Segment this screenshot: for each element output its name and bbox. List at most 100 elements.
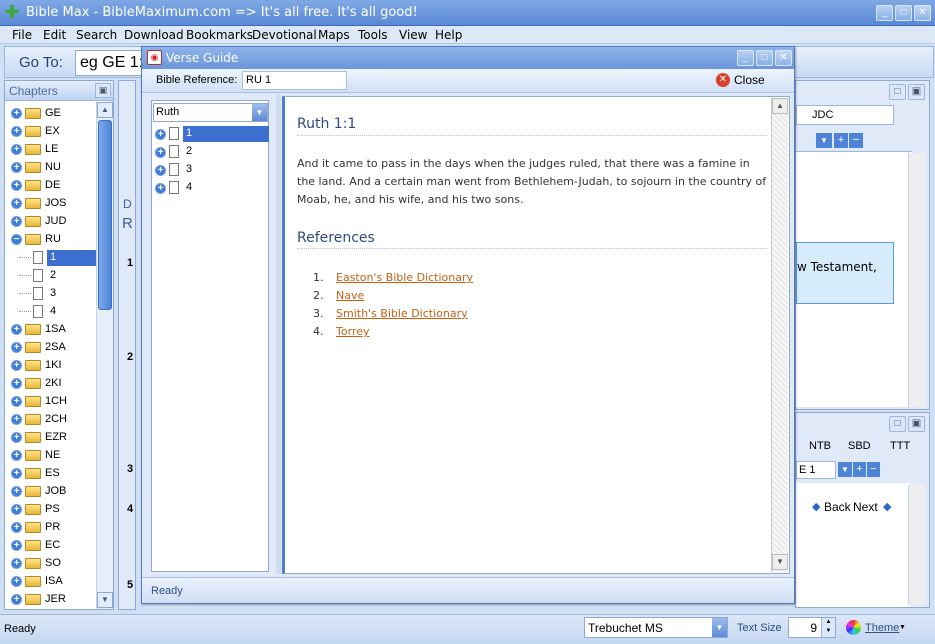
spinner-icon[interactable]: ▲ ▼ (821, 618, 835, 637)
right-top-scrollbar[interactable] (908, 153, 925, 407)
right-ref-field[interactable]: E 1 (796, 461, 836, 479)
theme-button[interactable]: Theme (865, 622, 899, 634)
expand-icon[interactable]: + (11, 144, 22, 155)
expand-icon[interactable]: + (11, 198, 22, 209)
expand-icon[interactable]: + (11, 324, 22, 335)
expand-icon[interactable]: + (11, 360, 22, 371)
back-link[interactable]: Back (824, 500, 851, 514)
panel-restore-icon[interactable]: □ (889, 84, 906, 100)
close-label[interactable]: Close (734, 73, 765, 87)
expand-icon[interactable]: + (11, 558, 22, 569)
tab-sbd[interactable]: SBD (848, 440, 871, 452)
expand-icon[interactable]: + (11, 108, 22, 119)
next-link[interactable]: Next (853, 500, 878, 514)
menu-edit[interactable]: Edit (43, 28, 66, 42)
dialog-close-button[interactable]: ✕ (775, 50, 792, 66)
expand-icon[interactable]: + (11, 378, 22, 389)
pin-icon[interactable]: ▣ (95, 83, 111, 98)
expand-icon[interactable]: + (155, 183, 166, 194)
tab-ttt[interactable]: TTT (890, 440, 910, 452)
reference-link[interactable]: Easton's Bible Dictionary (336, 271, 473, 284)
chapter-node[interactable]: +4 (155, 179, 267, 197)
scroll-up-arrow[interactable]: ▲ (772, 98, 788, 114)
pane-splitter[interactable] (276, 94, 281, 574)
collapse-icon[interactable]: − (11, 234, 22, 245)
close-button[interactable]: ✕ (914, 5, 931, 21)
font-select[interactable]: Trebuchet MS ▼ (584, 617, 728, 638)
maximize-button[interactable]: □ (895, 5, 912, 21)
minus-icon[interactable]: − (849, 133, 863, 148)
right-bottom-scrollbar[interactable] (908, 485, 925, 605)
dropdown-arrow-icon[interactable]: ▼ (838, 462, 852, 477)
content-scrollbar[interactable]: ▲ ▼ (771, 98, 788, 572)
scroll-up-arrow[interactable]: ▲ (97, 102, 113, 118)
close-icon[interactable]: ✕ (716, 73, 730, 87)
theme-icon[interactable] (846, 620, 861, 635)
chapter-item[interactable]: 2 (19, 267, 97, 285)
menu-download[interactable]: Download (124, 28, 184, 42)
expand-icon[interactable]: + (155, 165, 166, 176)
chapter-item[interactable]: 1 (19, 249, 97, 267)
reference-link[interactable]: Torrey (336, 325, 369, 338)
dropdown-arrow-icon[interactable]: ▼ (712, 618, 727, 637)
reference-link[interactable]: Nave (336, 289, 364, 302)
menu-tools[interactable]: Tools (358, 28, 388, 42)
chapters-scrollbar[interactable]: ▲ ▼ (96, 102, 113, 609)
scroll-down-arrow[interactable]: ▼ (772, 554, 788, 570)
scroll-down-arrow[interactable]: ▼ (97, 592, 113, 608)
menu-search[interactable]: Search (76, 28, 117, 42)
chapter-item[interactable]: 4 (19, 303, 97, 321)
chapter-item[interactable]: 3 (19, 285, 97, 303)
expand-icon[interactable]: + (11, 432, 22, 443)
pin-icon[interactable]: ▣ (908, 84, 925, 100)
back-arrow-icon[interactable]: ◆ (812, 500, 820, 513)
expand-icon[interactable]: + (11, 414, 22, 425)
menu-devotional[interactable]: Devotional (252, 28, 317, 42)
expand-icon[interactable]: + (11, 468, 22, 479)
pin-icon[interactable]: ▣ (908, 416, 925, 432)
expand-icon[interactable]: + (155, 147, 166, 158)
panel-restore-icon[interactable]: □ (889, 416, 906, 432)
expand-icon[interactable]: + (11, 504, 22, 515)
menu-view[interactable]: View (399, 28, 427, 42)
expand-icon[interactable]: + (155, 129, 166, 140)
chapter-tree: +1 +2 +3 +4 (152, 125, 269, 215)
chevron-down-icon[interactable]: ▼ (899, 624, 906, 631)
minimize-button[interactable]: _ (876, 5, 893, 21)
chapter-node[interactable]: +3 (155, 161, 267, 179)
text-size-input[interactable]: 9 ▲ ▼ (788, 617, 836, 638)
expand-icon[interactable]: + (11, 594, 22, 605)
expand-icon[interactable]: + (11, 450, 22, 461)
dialog-minimize-button[interactable]: _ (737, 50, 754, 66)
chapter-node[interactable]: +1 (155, 125, 269, 143)
menu-maps[interactable]: Maps (318, 28, 350, 42)
tab-ntb[interactable]: NTB (809, 440, 831, 452)
menu-bookmarks[interactable]: Bookmarks (186, 28, 253, 42)
expand-icon[interactable]: + (11, 126, 22, 137)
plus-icon[interactable]: + (853, 462, 866, 477)
chevron-down-icon[interactable]: ▼ (252, 104, 267, 121)
expand-icon[interactable]: + (11, 396, 22, 407)
plus-icon[interactable]: + (834, 133, 848, 148)
expand-icon[interactable]: + (11, 216, 22, 227)
next-arrow-icon[interactable]: ◆ (883, 500, 891, 513)
expand-icon[interactable]: + (11, 162, 22, 173)
expand-icon[interactable]: + (11, 486, 22, 497)
dialog-maximize-button[interactable]: □ (756, 50, 773, 66)
chapter-node[interactable]: +2 (155, 143, 267, 161)
expand-icon[interactable]: + (11, 540, 22, 551)
menu-file[interactable]: File (12, 28, 32, 42)
menu-help[interactable]: Help (435, 28, 462, 42)
close-link[interactable]: ✕ Close (716, 73, 765, 87)
reference-link[interactable]: Smith's Bible Dictionary (336, 307, 468, 320)
tab-jdc[interactable]: JDC (796, 105, 894, 125)
expand-icon[interactable]: + (11, 576, 22, 587)
dropdown-arrow-icon[interactable]: ▼ (816, 133, 832, 148)
reference-input[interactable]: RU 1 (242, 71, 347, 90)
expand-icon[interactable]: + (11, 522, 22, 533)
book-select[interactable]: Ruth ▼ (153, 103, 268, 122)
expand-icon[interactable]: + (11, 180, 22, 191)
scroll-thumb[interactable] (98, 120, 112, 310)
expand-icon[interactable]: + (11, 342, 22, 353)
minus-icon[interactable]: − (867, 462, 880, 477)
